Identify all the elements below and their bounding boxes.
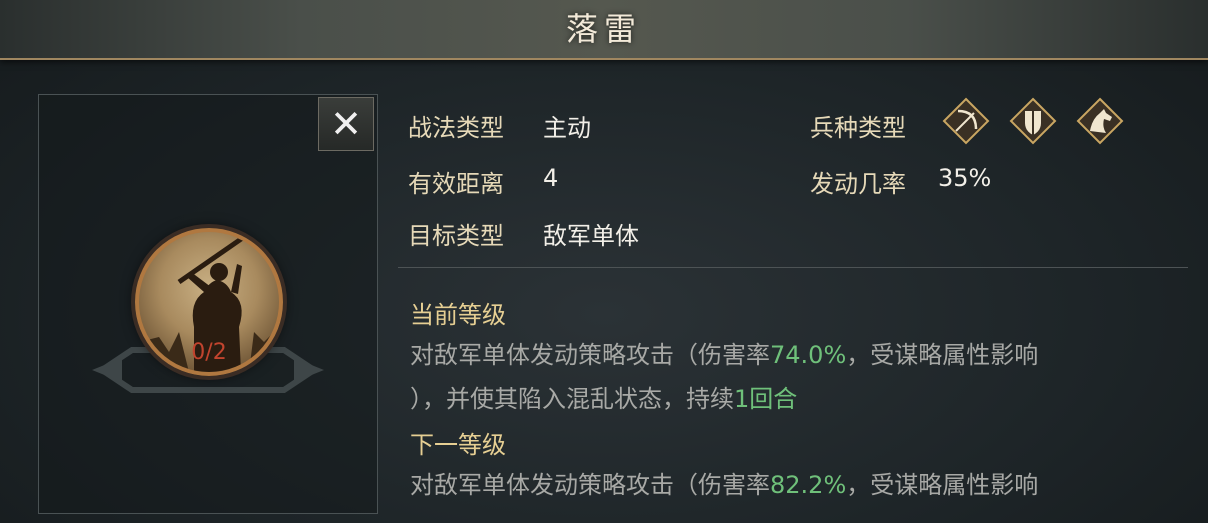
next-level-description: 对敌军单体发动策略攻击（伤害率82.2%，受谋略属性影响 [410, 463, 1180, 507]
target-type-value: 敌军单体 [543, 222, 639, 250]
troop-type-label: 兵种类型 [810, 114, 906, 142]
tactic-type-value: 主动 [543, 114, 591, 142]
target-type-label: 目标类型 [408, 222, 504, 250]
current-desc-line1: 对敌军单体发动策略攻击（伤害率74.0%，受谋略属性影响 [410, 341, 1039, 369]
close-button[interactable]: ✕ [318, 97, 374, 151]
range-label: 有效距离 [408, 170, 504, 198]
trigger-rate-value: 35% [938, 164, 992, 192]
skill-level-counter: 0/2 [191, 340, 227, 365]
shield-icon [1009, 97, 1057, 145]
trigger-rate-label: 发动几率 [810, 170, 906, 198]
tactic-type-label: 战法类型 [408, 114, 504, 142]
range-value: 4 [543, 164, 559, 192]
next-level-heading: 下一等级 [410, 431, 506, 459]
next-desc-line1: 对敌军单体发动策略攻击（伤害率82.2%，受谋略属性影响 [410, 471, 1039, 499]
horse-icon [1076, 97, 1124, 145]
current-level-heading: 当前等级 [410, 301, 506, 329]
close-icon: ✕ [330, 102, 362, 146]
current-level-description: 对敌军单体发动策略攻击（伤害率74.0%，受谋略属性影响 ），并使其陷入混乱状态… [410, 333, 1180, 421]
bow-icon [942, 97, 990, 145]
skill-title: 落雷 [565, 10, 642, 48]
title-bar: 落雷 [0, 0, 1208, 60]
section-divider [398, 267, 1188, 268]
current-desc-line2: ），并使其陷入混乱状态，持续1回合 [410, 385, 798, 413]
